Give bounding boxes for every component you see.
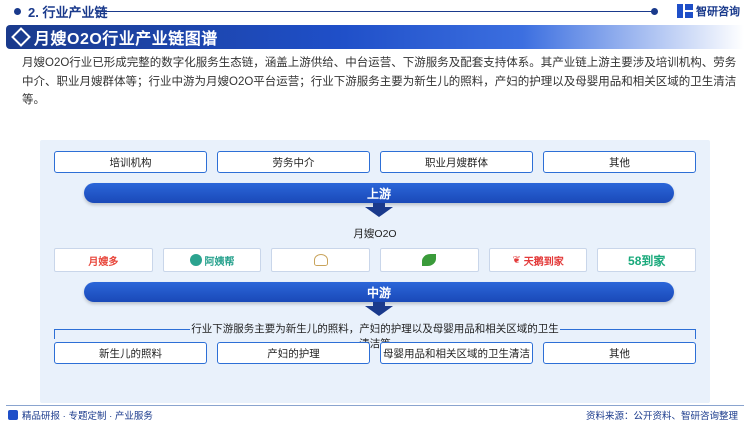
footer-tagline: 精品研报 · 专题定制 · 产业服务: [8, 408, 153, 421]
logo-text: 58到家: [628, 253, 666, 268]
downstream-item: 其他: [543, 342, 696, 364]
platform-logo-gold: [271, 248, 371, 272]
top-header: 2. 行业产业链 智研咨询: [0, 0, 750, 22]
crest-icon: [313, 254, 328, 266]
platform-logo-tiane: ❦ 天鹅到家: [488, 248, 588, 272]
arrow-down-icon: [365, 306, 393, 316]
footer-divider: [6, 405, 744, 406]
industry-chain-diagram: 培训机构 劳务中介 职业月嫂群体 其他 上游 月嫂O2O 月嫂多 阿姨帮 ❦ 天…: [40, 140, 710, 403]
platform-logo-ayibang: 阿姨帮: [162, 248, 262, 272]
downstream-row: 新生儿的照料 产妇的护理 母婴用品和相关区域的卫生清洁 其他: [54, 342, 696, 364]
downstream-item: 新生儿的照料: [54, 342, 207, 364]
footer: 精品研报 · 专题定制 · 产业服务 资料来源：公开资料、智研咨询整理: [0, 405, 750, 421]
page-title: 月嫂O2O行业产业链图谱: [34, 31, 218, 48]
midstream-stage-bar: 中游: [84, 282, 674, 302]
logo-text: 天鹅到家: [523, 256, 564, 268]
brand: 智研咨询: [677, 3, 740, 19]
upstream-stage-bar: 上游: [84, 183, 674, 203]
arrow-down-icon: [365, 207, 393, 217]
platform-logo-58: 58到家: [597, 248, 697, 272]
title-banner: 月嫂O2O行业产业链图谱: [6, 25, 744, 49]
downstream-item: 母婴用品和相关区域的卫生清洁: [380, 342, 533, 364]
logo-text: 阿姨帮: [204, 256, 235, 268]
midstream-logo-row: 月嫂多 阿姨帮 ❦ 天鹅到家 58到家: [54, 248, 697, 272]
platform-logo-green: [380, 248, 479, 272]
brand-mini-icon: [8, 410, 18, 420]
upstream-item: 劳务中介: [217, 151, 370, 173]
footer-tagline-text: 精品研报 · 专题定制 · 产业服务: [22, 411, 153, 421]
logo-text: 月嫂多: [88, 256, 119, 268]
diamond-icon: [11, 27, 31, 47]
source-note: 资料来源：公开资料、智研咨询整理: [585, 411, 738, 421]
leaf-icon: [422, 254, 437, 266]
downstream-summary: 行业下游服务主要为新生儿的照料，产妇的护理以及母婴用品和相关区域的卫生清洁等: [190, 321, 560, 350]
downstream-item: 产妇的护理: [217, 342, 370, 364]
swan-icon: ❦: [512, 254, 521, 266]
brand-logo-icon: [677, 4, 693, 18]
upstream-item: 其他: [543, 151, 696, 173]
intro-paragraph: 月嫂O2O行业已形成完整的数字化服务生态链，涵盖上游供给、中台运营、下游服务及配…: [22, 57, 737, 106]
platform-logo-yuesaoduo: 月嫂多: [54, 248, 153, 272]
upstream-row: 培训机构 劳务中介 职业月嫂群体 其他: [54, 151, 696, 173]
midstream-title: 月嫂O2O: [353, 228, 397, 240]
upstream-item: 职业月嫂群体: [380, 151, 533, 173]
ayibang-icon: [189, 254, 202, 266]
bullet-icon: [14, 7, 21, 15]
header-divider: [96, 8, 658, 15]
brand-name: 智研咨询: [696, 6, 740, 18]
section-title: 2. 行业产业链: [0, 2, 107, 21]
upstream-item: 培训机构: [54, 151, 207, 173]
